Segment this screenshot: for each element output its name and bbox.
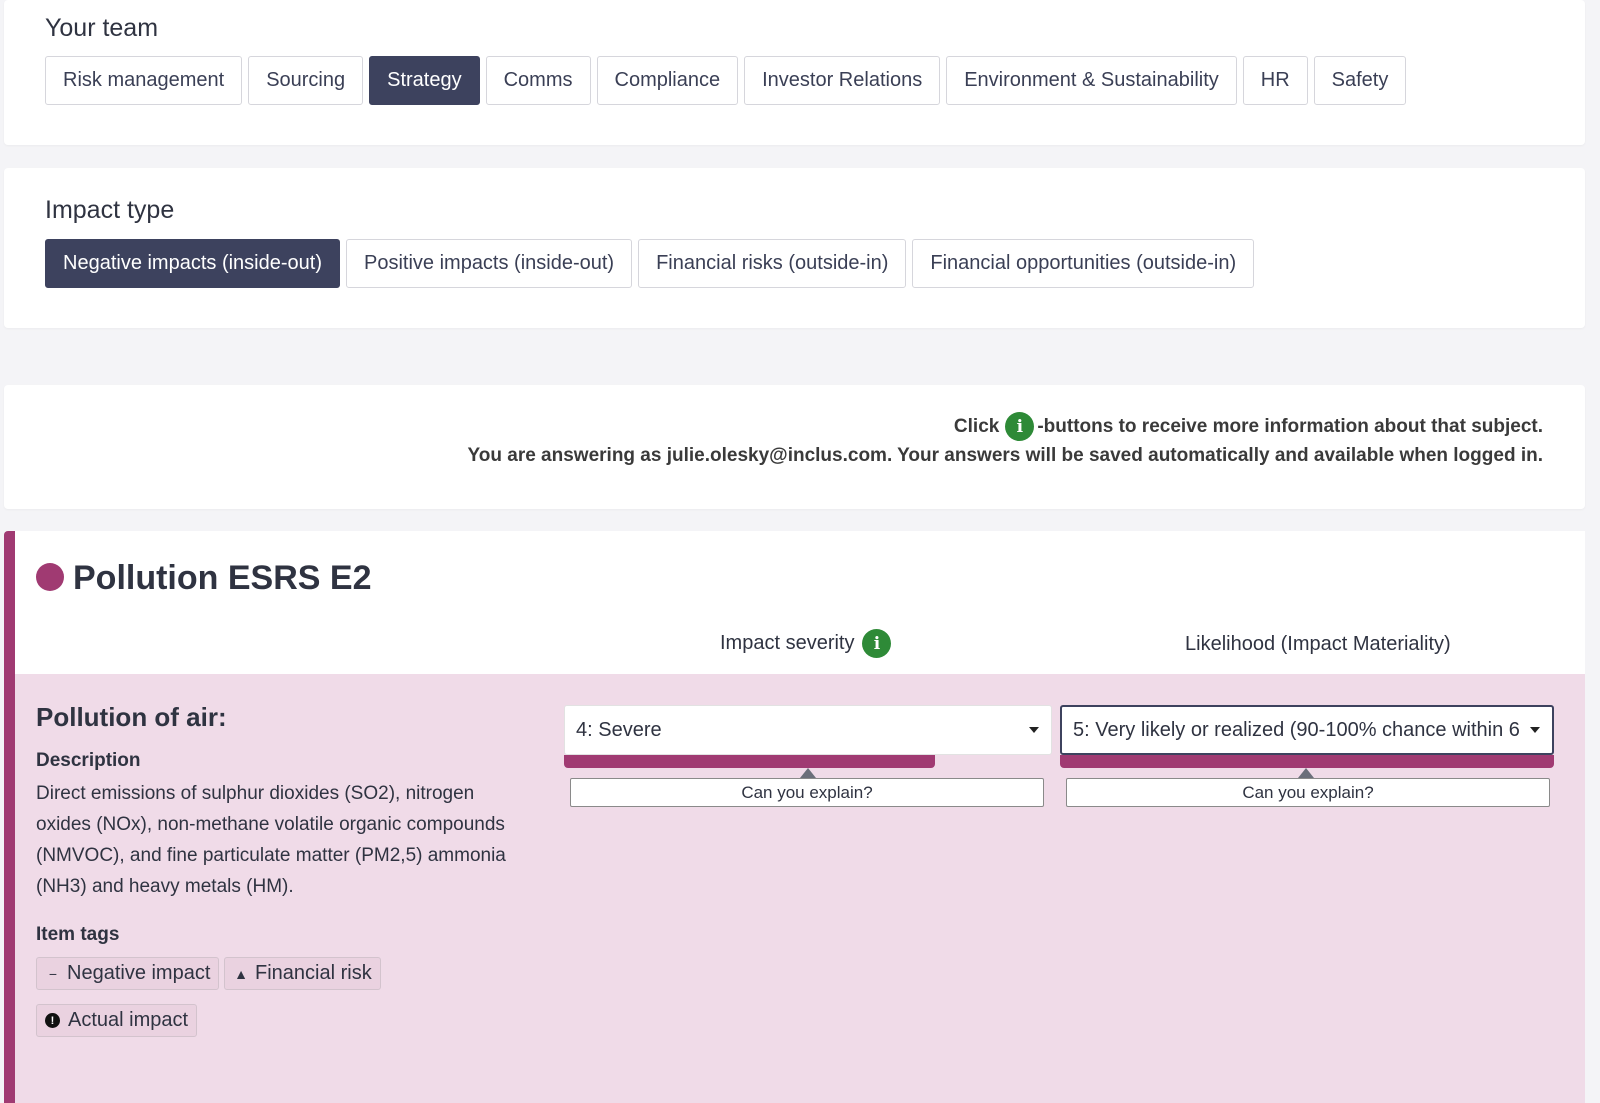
tag-label: Actual impact	[68, 1009, 189, 1031]
financial-risks-button[interactable]: Financial risks (outside-in)	[638, 239, 907, 288]
team-strategy-button[interactable]: Strategy	[369, 56, 480, 105]
impact-severity-label: Impact severity	[720, 632, 855, 654]
team-sourcing-button[interactable]: Sourcing	[248, 56, 364, 105]
notice-info-text: -buttons to receive more information abo…	[1037, 415, 1543, 437]
topic-color-dot	[36, 563, 64, 591]
notice-line-2: You are answering as julie.olesky@inclus…	[467, 445, 1544, 466]
item-panel: Pollution of air: Description Direct emi…	[15, 674, 1585, 1103]
team-environment-sustainability-button[interactable]: Environment & Sustainability	[946, 56, 1237, 105]
warning-triangle-icon: ▲	[234, 965, 248, 982]
tag-actual-impact: ! Actual impact	[36, 1004, 198, 1037]
notice-card: Click i -buttons to receive more informa…	[4, 385, 1585, 509]
team-risk-management-button[interactable]: Risk management	[45, 56, 243, 105]
topic-title: Pollution ESRS E2	[73, 559, 372, 597]
team-title: Your team	[45, 14, 159, 42]
team-investor-relations-button[interactable]: Investor Relations	[744, 56, 941, 105]
minus-icon: −	[48, 965, 58, 982]
likelihood-level-bar	[1060, 755, 1554, 768]
severity-level-bar	[564, 755, 935, 768]
notice-click-text: Click	[953, 415, 1000, 437]
team-hr-button[interactable]: HR	[1242, 56, 1308, 105]
item-description: Direct emissions of sulphur dioxides (SO…	[36, 783, 506, 897]
impact-severity-header: Impact severity i	[720, 629, 894, 658]
item-tags-label: Item tags	[36, 924, 120, 945]
severity-explain-button[interactable]: Can you explain?	[570, 778, 1044, 807]
likelihood-select[interactable]: 5: Very likely or realized (90-100% chan…	[1060, 705, 1554, 755]
team-card: Your team Risk management Sourcing Strat…	[4, 0, 1585, 145]
likelihood-select-value: 5: Very likely or realized (90-100% chan…	[1073, 718, 1520, 741]
team-buttons: Risk management Sourcing Strategy Comms …	[45, 56, 1407, 105]
notice-line-1: Click i -buttons to receive more informa…	[954, 412, 1543, 441]
severity-info-icon[interactable]: i	[862, 629, 892, 658]
impact-negative-button[interactable]: Negative impacts (inside-out)	[45, 239, 340, 288]
impact-type-card: Impact type Negative impacts (inside-out…	[4, 168, 1585, 328]
severity-select-value: 4: Severe	[576, 718, 662, 741]
likelihood-header: Likelihood (Impact Materiality)	[1185, 633, 1451, 655]
impact-positive-button[interactable]: Positive impacts (inside-out)	[346, 239, 633, 288]
chevron-down-icon	[1029, 727, 1039, 733]
likelihood-explain-button[interactable]: Can you explain?	[1066, 778, 1550, 807]
tag-negative-impact: − Negative impact	[36, 957, 220, 990]
impact-type-buttons: Negative impacts (inside-out) Positive i…	[45, 239, 1255, 288]
info-icon: i	[1005, 412, 1035, 441]
tag-financial-risk: ▲ Financial risk	[224, 957, 381, 990]
tag-label: Negative impact	[67, 962, 211, 984]
financial-opportunities-button[interactable]: Financial opportunities (outside-in)	[912, 239, 1255, 288]
likelihood-pointer-icon	[1298, 768, 1314, 778]
topic-card: Pollution ESRS E2 Impact severity i Like…	[4, 531, 1585, 1103]
team-compliance-button[interactable]: Compliance	[596, 56, 739, 105]
exclamation-circle-icon: !	[45, 1013, 60, 1028]
description-label: Description	[36, 750, 141, 771]
team-comms-button[interactable]: Comms	[485, 56, 591, 105]
severity-pointer-icon	[800, 768, 816, 778]
chevron-down-icon	[1530, 727, 1540, 733]
team-safety-button[interactable]: Safety	[1313, 56, 1407, 105]
item-title: Pollution of air:	[36, 702, 227, 732]
severity-select[interactable]: 4: Severe	[564, 705, 1052, 755]
tag-label: Financial risk	[255, 962, 372, 984]
impact-type-title: Impact type	[45, 196, 175, 224]
